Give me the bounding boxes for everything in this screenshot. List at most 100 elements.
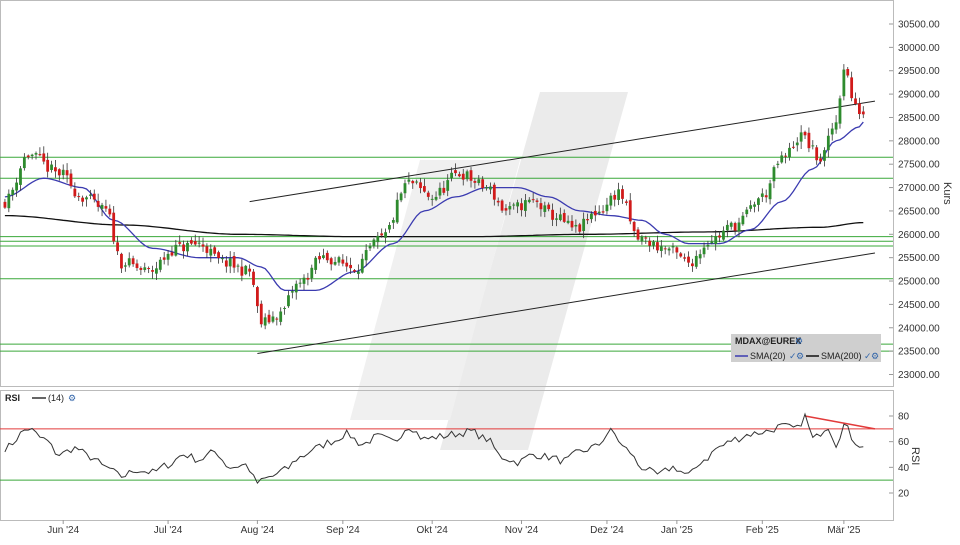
candle-body: [193, 241, 197, 245]
candle-body: [450, 172, 453, 178]
rsi-tick-label: 20: [898, 489, 910, 500]
candle-body: [613, 194, 617, 200]
rsi-settings-icon[interactable]: ⚙: [68, 393, 76, 403]
candle-body: [628, 200, 632, 222]
candle-body: [209, 248, 213, 256]
candle-body: [155, 268, 158, 274]
price-y-axis: 23000.00 23500.00 24000.00 24500.00 25000.00…: [889, 20, 940, 381]
candle-body: [858, 103, 861, 115]
candle-body: [395, 199, 399, 223]
candle-body: [120, 253, 123, 269]
candle-body: [745, 209, 749, 215]
candle-body: [465, 171, 469, 180]
candle-body: [127, 258, 131, 266]
price-tick-label: 23000.00: [898, 370, 940, 381]
rsi-tick-label: 40: [898, 463, 910, 474]
candle-body: [271, 316, 275, 322]
candle-body: [531, 199, 535, 201]
candle-body: [737, 222, 741, 232]
price-tick-label: 28000.00: [898, 136, 940, 147]
candle-body: [423, 186, 426, 192]
legend-sma200-settings-icon[interactable]: ⚙: [871, 351, 879, 361]
candle-body: [834, 122, 838, 130]
candle-body: [116, 242, 119, 252]
candle-body: [609, 195, 613, 206]
price-tick-label: 25000.00: [898, 277, 940, 288]
candle-body: [267, 314, 271, 323]
candle-body: [407, 179, 411, 182]
candle-body: [42, 153, 46, 162]
rsi-tick-label: 80: [898, 412, 910, 423]
candle-body: [337, 257, 341, 263]
price-tick-label: 28500.00: [898, 113, 940, 124]
candle-body: [69, 173, 73, 187]
candle-body: [446, 180, 450, 191]
price-tick-label: 26000.00: [898, 230, 940, 241]
candle-body: [306, 277, 310, 280]
candle-body: [430, 198, 434, 200]
candle-body: [780, 155, 784, 163]
legend-sma20-settings-icon[interactable]: ⚙: [796, 351, 804, 361]
candle-body: [679, 253, 683, 257]
candle-body: [287, 295, 290, 307]
candle-body: [597, 211, 601, 214]
candle-body: [795, 142, 799, 146]
candle-body: [15, 182, 18, 191]
candle-body: [376, 235, 380, 243]
candle-body: [65, 170, 69, 176]
candle-body: [640, 236, 644, 241]
candle-body: [659, 246, 663, 251]
candle-body: [601, 211, 605, 213]
candle-body: [356, 271, 360, 274]
candle-body: [34, 153, 38, 155]
candle-body: [325, 252, 329, 261]
candle-body: [228, 258, 232, 267]
candle-body: [652, 241, 655, 246]
rsi-series: [4, 412, 864, 485]
candle-body: [508, 206, 512, 210]
candle-body: [255, 287, 259, 307]
candle-body: [523, 200, 527, 211]
candle-body: [46, 159, 50, 172]
candle-body: [38, 154, 42, 156]
candle-body: [438, 187, 442, 196]
candle-body: [473, 180, 477, 183]
candle-body: [170, 252, 174, 256]
candle-body: [675, 247, 679, 253]
candle-body: [104, 206, 108, 209]
candle-body: [143, 267, 147, 270]
rsi-y-axis: 20 40 60 80: [889, 412, 910, 500]
candle-body: [3, 201, 7, 208]
price-tick-label: 26500.00: [898, 206, 940, 217]
candle-body: [454, 170, 457, 174]
candle-body: [562, 212, 566, 222]
candle-body: [823, 150, 826, 161]
candle-body: [391, 220, 395, 223]
candle-body: [632, 221, 636, 232]
candle-body: [151, 270, 154, 272]
candle-body: [244, 265, 248, 275]
legend-settings-icon[interactable]: ⚙: [795, 336, 803, 346]
candle-body: [283, 308, 286, 310]
price-tick-label: 29000.00: [898, 90, 940, 101]
candle-body: [158, 259, 162, 270]
candle-body: [96, 200, 100, 207]
candle-body: [830, 128, 834, 135]
candle-body: [30, 154, 34, 156]
candle-body: [496, 200, 500, 203]
candle-body: [555, 218, 558, 220]
candle-body: [636, 229, 640, 240]
candle-body: [702, 247, 706, 255]
candle-body: [419, 182, 422, 189]
candle-body: [426, 192, 430, 197]
candle-body: [698, 254, 702, 259]
candle-body: [535, 200, 539, 202]
candle-body: [826, 135, 830, 151]
x-tick-label: Okt '24: [416, 525, 448, 536]
candle-body: [236, 265, 240, 267]
candle-body: [240, 266, 244, 276]
candle-body: [764, 195, 768, 198]
candle-body: [706, 244, 710, 247]
rsi-line: [4, 412, 864, 485]
candle-body: [753, 204, 756, 207]
